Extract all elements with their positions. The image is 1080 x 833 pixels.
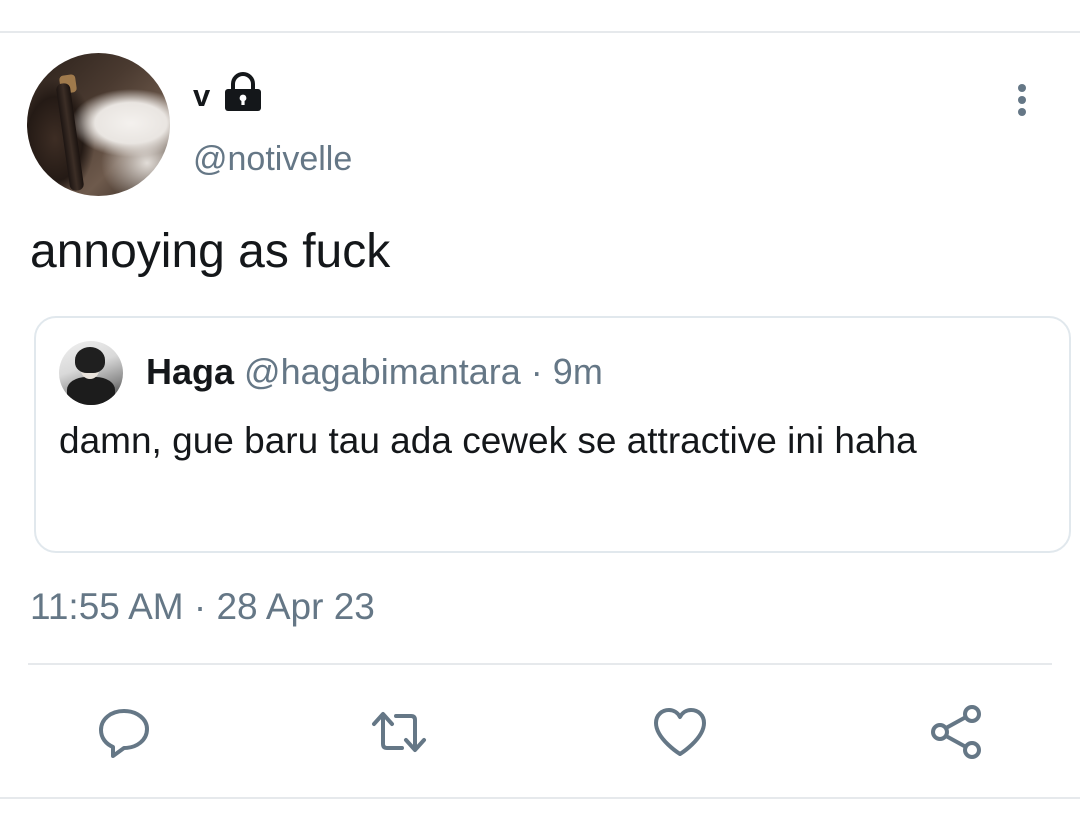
reply-icon[interactable]	[94, 702, 154, 762]
lock-icon	[225, 72, 261, 111]
bottom-divider	[0, 797, 1080, 799]
author-username[interactable]: @notivelle	[193, 139, 352, 179]
tweet-text: annoying as fuck	[30, 225, 391, 278]
quoted-author-avatar[interactable]	[59, 341, 123, 405]
quoted-tweet-text: damn, gue baru tau ada cewek se attracti…	[59, 420, 917, 461]
tweet-timestamp[interactable]: 11:55 AM · 28 Apr 23	[30, 585, 375, 629]
quoted-author-username: @hagabimantara	[244, 351, 521, 392]
quoted-author-display-name: Haga	[146, 351, 235, 392]
author-avatar[interactable]	[27, 53, 170, 196]
quoted-tweet-time: 9m	[552, 351, 603, 392]
retweet-icon[interactable]	[369, 702, 429, 762]
avatar-detail	[75, 347, 105, 373]
avatar-detail	[67, 377, 115, 405]
author-display-name[interactable]: v	[193, 78, 210, 114]
more-options-icon[interactable]	[1004, 80, 1040, 122]
top-divider	[0, 31, 1080, 33]
avatar-detail	[55, 82, 85, 192]
quoted-tweet-header: Haga @hagabimantara · 9m	[146, 350, 603, 394]
share-icon[interactable]	[926, 702, 986, 762]
separator-dot: ·	[530, 351, 543, 392]
actions-divider	[28, 663, 1052, 665]
like-icon[interactable]	[650, 702, 710, 762]
